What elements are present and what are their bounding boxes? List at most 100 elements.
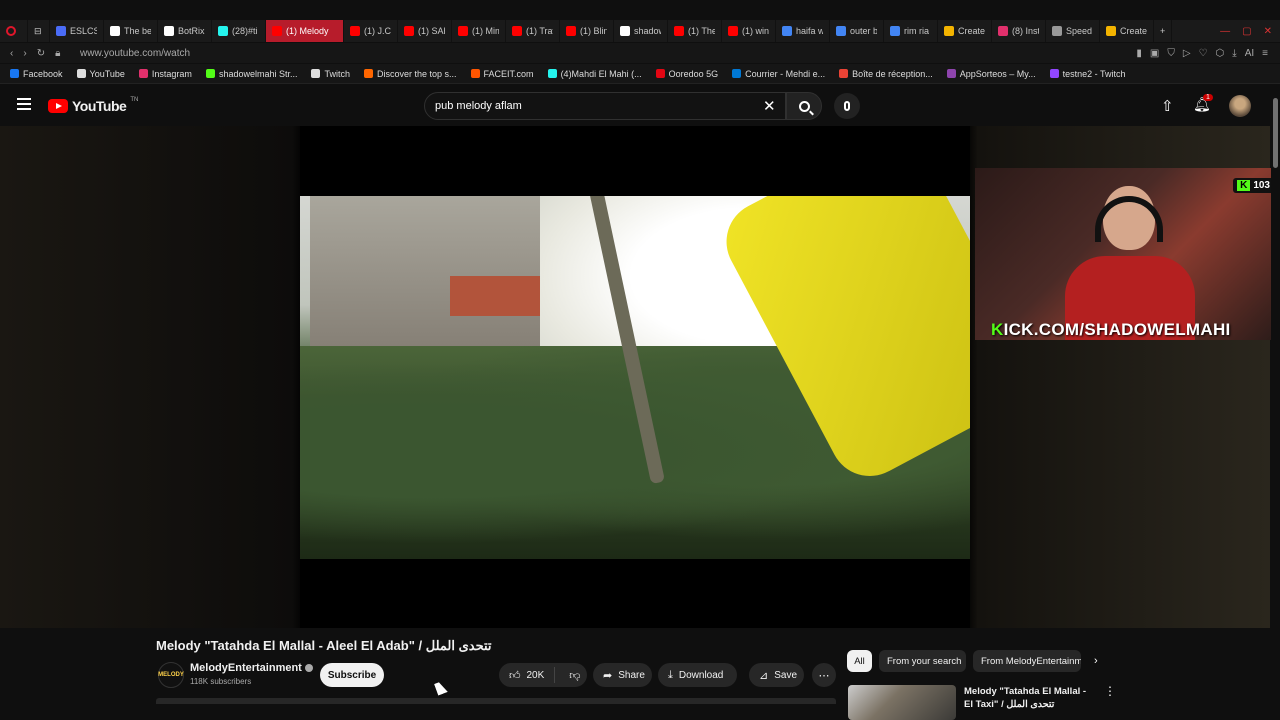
hamburger-menu-icon[interactable] xyxy=(17,98,31,110)
description-box[interactable] xyxy=(156,698,836,704)
more-actions-button[interactable]: ⋯ xyxy=(812,663,836,687)
close-window-icon[interactable]: ✕ xyxy=(1264,26,1272,37)
bookmark-favicon-icon xyxy=(946,69,956,78)
voice-search-button[interactable] xyxy=(834,93,860,119)
verified-icon xyxy=(304,664,313,673)
bookmark-item[interactable]: YouTube xyxy=(76,68,125,79)
bookmark-label: Boîte de réception... xyxy=(852,68,933,79)
bookmark-favicon-icon xyxy=(76,69,86,78)
workspaces-icon[interactable]: ⊟ xyxy=(28,20,50,42)
opera-menu-icon[interactable] xyxy=(0,20,28,42)
bookmark-label: AppSorteos – My... xyxy=(959,68,1036,79)
tab-label: (8) Inst xyxy=(1012,26,1039,36)
minimize-icon[interactable]: — xyxy=(1220,26,1230,37)
clear-search-icon[interactable]: ✕ xyxy=(763,97,776,115)
like-count: 20K xyxy=(526,669,545,681)
browser-tab[interactable]: (1) The xyxy=(668,20,722,42)
avatar[interactable] xyxy=(1229,95,1251,117)
bookmark-item[interactable]: AppSorteos – My... xyxy=(946,68,1036,79)
share-label: Share xyxy=(618,669,645,681)
bookmark-item[interactable]: (4)Mahdi El Mahi (... xyxy=(547,68,642,79)
recommendation-title[interactable]: Melody "Tatahda El Mallal - El Taxi" / ت… xyxy=(964,685,1094,720)
screenshot-icon[interactable]: ▣ xyxy=(1150,48,1159,59)
upload-icon[interactable]: ⇧ xyxy=(1161,97,1174,115)
channel-avatar[interactable]: MELODY xyxy=(158,662,184,688)
browser-tab[interactable]: Create xyxy=(1100,20,1154,42)
browser-tab[interactable]: (1) Mim xyxy=(452,20,506,42)
browser-tab[interactable]: (1) Trav xyxy=(506,20,560,42)
bookmark-icon[interactable]: ▮ xyxy=(1136,48,1142,59)
dislike-button[interactable]: 👎︎ xyxy=(561,669,588,682)
tab-favicon-icon xyxy=(728,26,738,36)
share-button[interactable]: ➦ Share xyxy=(593,663,652,687)
url-field[interactable]: www.youtube.com/watch xyxy=(80,48,1136,59)
maximize-icon[interactable]: ▢ xyxy=(1242,26,1251,37)
shield-icon[interactable]: ⛉ xyxy=(1167,48,1175,59)
download-button[interactable]: ⤓ Download xyxy=(658,663,737,687)
channel-name-row[interactable]: MelodyEntertainment xyxy=(190,662,313,674)
chip-all[interactable]: All xyxy=(847,650,872,672)
browser-menu-icon[interactable]: ≡ xyxy=(1262,48,1268,59)
save-button[interactable]: ⊿ Save xyxy=(749,663,804,687)
browser-tab[interactable]: (1) Melody xyxy=(266,20,344,42)
page-scrollbar[interactable] xyxy=(1271,86,1280,720)
forward-icon[interactable]: › xyxy=(23,48,26,59)
browser-tab[interactable]: BotRix xyxy=(158,20,212,42)
bookmark-item[interactable]: FACEIT.com xyxy=(470,69,534,79)
browser-tab[interactable]: Speed xyxy=(1046,20,1100,42)
tab-favicon-icon xyxy=(1052,26,1062,36)
video-frame[interactable] xyxy=(300,196,970,559)
bookmark-item[interactable]: Boîte de réception... xyxy=(839,69,933,79)
new-tab-icon[interactable]: + xyxy=(1154,20,1173,42)
bookmark-favicon-icon xyxy=(470,69,480,78)
chevron-right-icon[interactable]: › xyxy=(1094,655,1098,667)
subscribe-button[interactable]: Subscribe xyxy=(320,663,384,687)
bookmark-item[interactable]: Instagram xyxy=(138,68,192,79)
youtube-logo[interactable]: YouTube TN xyxy=(48,97,138,114)
browser-tab[interactable]: (1) J.Co xyxy=(344,20,398,42)
channel-name[interactable]: MelodyEntertainment xyxy=(190,662,302,674)
browser-tab[interactable]: shadow xyxy=(614,20,668,42)
browser-tab[interactable]: outer b xyxy=(830,20,884,42)
chip-from-your-search[interactable]: From your search xyxy=(879,650,966,672)
like-dislike-group: 👍︎ 20K 👎︎ xyxy=(499,663,587,687)
tab-favicon-icon xyxy=(620,26,630,36)
browser-tab[interactable]: (1) win xyxy=(722,20,776,42)
browser-tab[interactable]: ESLCS xyxy=(50,20,104,42)
more-vertical-icon[interactable]: ⋮ xyxy=(1104,684,1116,698)
bookmark-item[interactable]: Courrier - Mehdi e... xyxy=(732,69,825,79)
bookmark-label: Instagram xyxy=(151,68,192,79)
back-icon[interactable]: ‹ xyxy=(10,48,13,59)
search-button[interactable] xyxy=(786,92,822,120)
scrollbar-thumb[interactable] xyxy=(1273,98,1278,168)
ai-icon[interactable]: AI xyxy=(1245,48,1254,59)
browser-tab[interactable]: (8) Inst xyxy=(992,20,1046,42)
bookmark-item[interactable]: Facebook xyxy=(10,69,63,79)
browser-tab[interactable]: (28)#ti xyxy=(212,20,266,42)
extensions-icon[interactable]: ⬡ xyxy=(1216,48,1225,59)
heart-icon[interactable]: ♡ xyxy=(1199,48,1208,59)
reload-icon[interactable]: ↻ xyxy=(37,48,45,59)
browser-tab[interactable]: (1) SAh xyxy=(398,20,452,42)
browser-tab[interactable]: The be xyxy=(104,20,158,42)
chip-from-channel[interactable]: From MelodyEntertainment xyxy=(973,650,1081,672)
download-manager-icon[interactable]: ⤓ xyxy=(1232,48,1236,59)
like-button[interactable]: 👍︎ 20K xyxy=(499,667,556,683)
browser-toolbar: ▮ ▣ ⛉ ▷ ♡ ⬡ ⤓ AI ≡ xyxy=(1136,48,1280,59)
bookmark-item[interactable]: Ooredoo 5G xyxy=(655,69,718,79)
browser-tab[interactable]: rim ria xyxy=(884,20,938,42)
tab-label: (28)#ti xyxy=(232,26,258,36)
search-input[interactable]: pub melody aflam xyxy=(424,92,786,120)
bookmark-item[interactable]: Twitch xyxy=(311,69,350,79)
browser-tab[interactable]: Create xyxy=(938,20,992,42)
bookmark-label: (4)Mahdi El Mahi (... xyxy=(560,68,642,79)
bookmark-item[interactable]: Discover the top s... xyxy=(364,69,457,79)
player-icon[interactable]: ▷ xyxy=(1183,48,1191,59)
browser-tab[interactable]: haifa w xyxy=(776,20,830,42)
browser-tab[interactable]: (1) Blin xyxy=(560,20,614,42)
bookmark-item[interactable]: shadowelmahi Str... xyxy=(205,69,297,79)
bookmark-item[interactable]: testne2 - Twitch xyxy=(1049,69,1125,79)
recommendation-thumbnail[interactable] xyxy=(848,685,956,720)
tab-label: BotRix xyxy=(178,26,205,36)
bookmark-label: YouTube xyxy=(89,68,125,79)
